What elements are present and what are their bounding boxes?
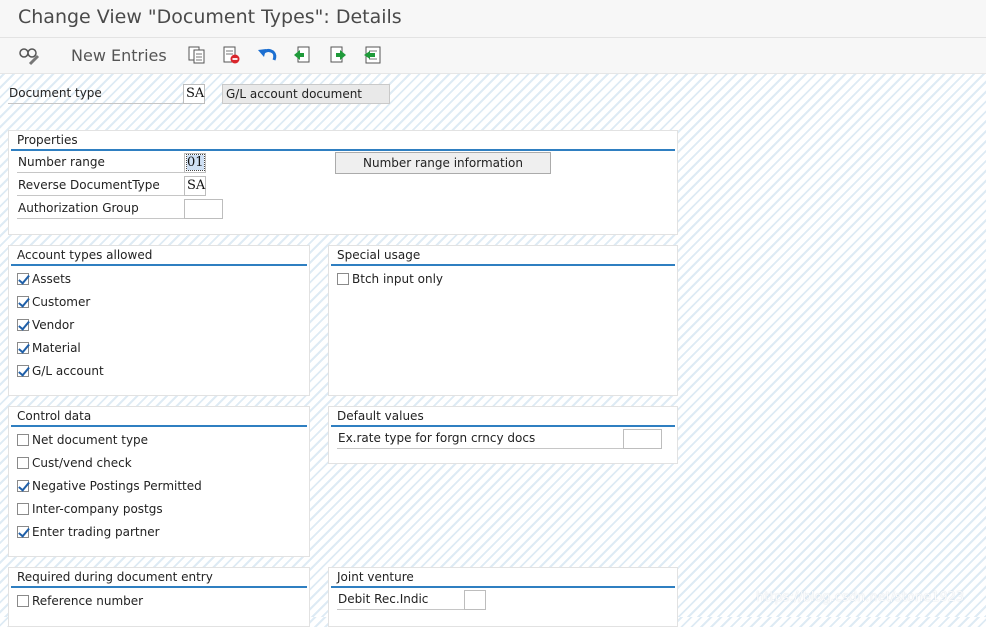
checkbox-assets[interactable]: Assets [17,270,71,288]
new-entries-button[interactable]: New Entries [71,46,167,65]
checkbox-label: Btch input only [352,272,444,286]
select-icon[interactable] [361,43,385,67]
checkbox-label: Material [32,341,81,355]
checkbox[interactable] [17,342,29,354]
account-types-title: Account types allowed [11,246,307,266]
copy-icon[interactable] [185,43,209,67]
checkbox[interactable] [17,526,29,538]
joint-venture-group: Joint venture Debit Rec.Indic [328,567,678,627]
checkbox-gl-account[interactable]: G/L account [17,362,104,380]
special-usage-title: Special usage [331,246,675,266]
checkbox-label: Cust/vend check [32,456,132,470]
delete-icon[interactable] [219,43,243,67]
checkbox[interactable] [17,480,29,492]
checkbox-reference-number[interactable]: Reference number [17,592,143,610]
checkbox-label: Inter-company postgs [32,502,163,516]
default-values-group: Default values Ex.rate type for forgn cr… [328,406,678,464]
checkbox[interactable] [17,365,29,377]
page-title: Change View "Document Types": Details [18,6,402,28]
checkbox-label: Negative Postings Permitted [32,479,202,493]
checkbox-label: Customer [32,295,91,309]
checkbox[interactable] [17,273,29,285]
document-type-label: Document type [8,85,183,104]
number-range-field[interactable]: 01 [184,153,206,173]
debit-rec-indic-field[interactable] [464,590,486,610]
debit-rec-indic-label: Debit Rec.Indic [337,591,464,610]
checkbox[interactable] [17,434,29,446]
checkbox-label: Net document type [32,433,149,447]
properties-title: Properties [11,131,675,151]
control-data-title: Control data [11,407,307,427]
toolbar: New Entries [0,38,986,74]
title-bar: Change View "Document Types": Details [0,0,986,38]
previous-entry-icon[interactable] [290,43,314,67]
required-entry-group: Required during document entry Reference… [8,567,310,627]
special-usage-group: Special usage Btch input only [328,245,678,396]
checkbox-cust-vend-check[interactable]: Cust/vend check [17,454,132,472]
checkbox-net-document-type[interactable]: Net document type [17,431,148,449]
number-range-information-button[interactable]: Number range information [335,152,551,174]
reverse-doctype-label: Reverse DocumentType [17,177,184,196]
checkbox[interactable] [17,319,29,331]
checkbox-batch-input-only[interactable]: Btch input only [337,270,443,288]
default-values-title: Default values [331,407,675,427]
required-entry-title: Required during document entry [11,568,307,588]
properties-group: Properties Number range 01 Number range … [8,130,678,235]
checkbox-label: Reference number [32,594,144,608]
reverse-doctype-field[interactable]: SA [184,176,206,196]
document-type-description: G/L account document [222,84,390,104]
checkbox[interactable] [337,273,349,285]
checkbox-trading-partner[interactable]: Enter trading partner [17,523,160,541]
watermark: https://blog.csdn.net/stone1923 [756,590,965,605]
number-range-value: 01 [186,154,205,171]
next-entry-icon[interactable] [326,43,350,67]
authorization-group-field[interactable] [184,199,223,219]
checkbox-label: Enter trading partner [32,525,160,539]
joint-venture-title: Joint venture [331,568,675,588]
checkbox-customer[interactable]: Customer [17,293,90,311]
checkbox-material[interactable]: Material [17,339,81,357]
checkbox-label: Assets [32,272,72,286]
authorization-group-label: Authorization Group [17,200,184,219]
checkbox-label: G/L account [32,364,104,378]
checkbox[interactable] [17,457,29,469]
number-range-label: Number range [17,154,184,173]
checkbox-negative-postings[interactable]: Negative Postings Permitted [17,477,202,495]
checkbox[interactable] [17,503,29,515]
checkbox-vendor[interactable]: Vendor [17,316,74,334]
exrate-type-field[interactable] [623,429,662,449]
document-type-field[interactable]: SA [183,84,205,104]
exrate-type-label: Ex.rate type for forgn crncy docs [337,430,623,449]
undo-icon[interactable] [255,43,279,67]
control-data-group: Control data Net document type Cust/vend… [8,406,310,557]
checkbox[interactable] [17,296,29,308]
checkbox[interactable] [17,595,29,607]
account-types-group: Account types allowed Assets Customer Ve… [8,245,310,396]
checkbox-label: Vendor [32,318,75,332]
display-change-icon[interactable] [16,43,42,67]
checkbox-inter-company[interactable]: Inter-company postgs [17,500,163,518]
